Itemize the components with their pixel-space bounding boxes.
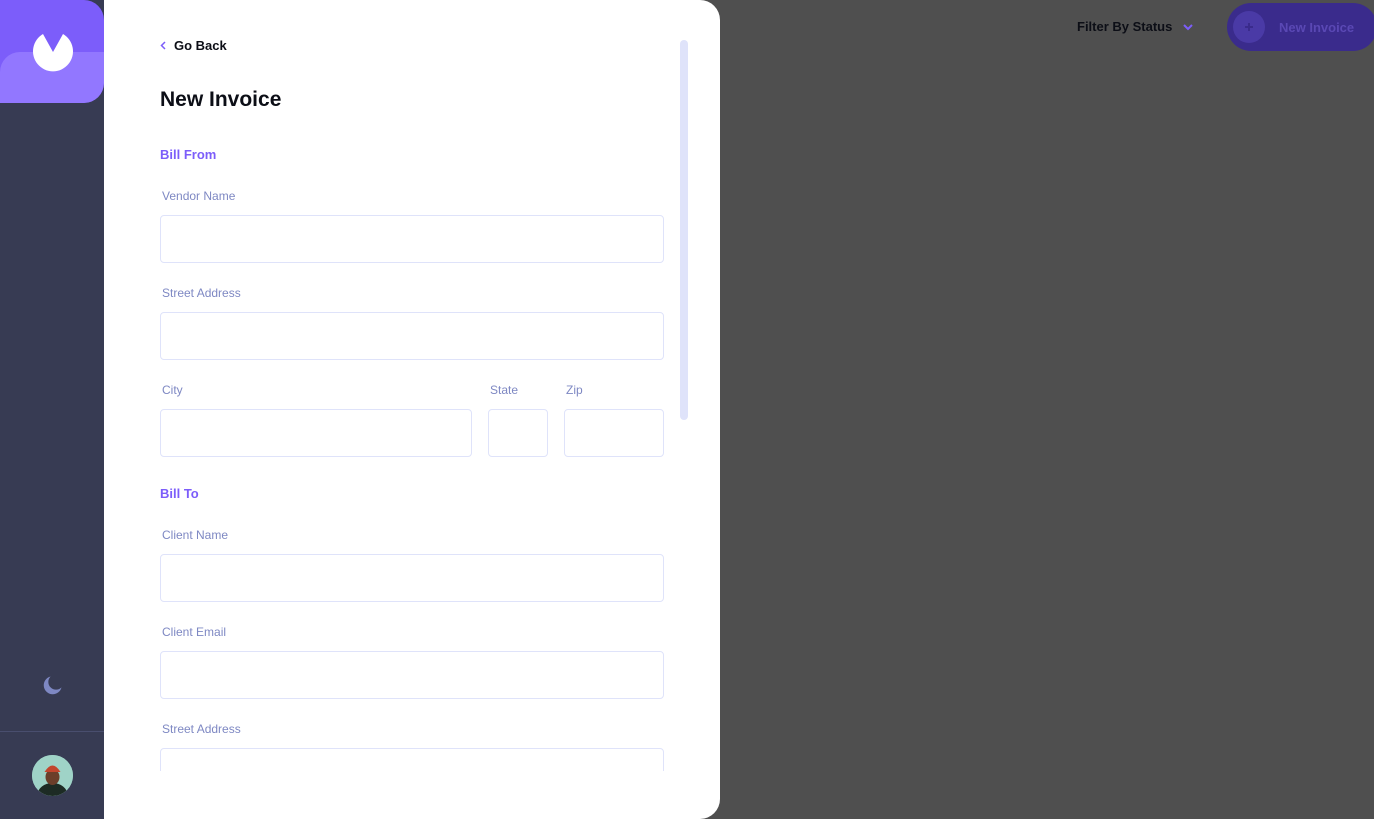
to-street-address-label: Street Address bbox=[162, 722, 241, 736]
new-invoice-button[interactable]: New Invoice bbox=[1227, 3, 1374, 51]
scrollbar[interactable] bbox=[680, 40, 688, 420]
state-label: State bbox=[490, 383, 519, 397]
go-back-label: Go Back bbox=[174, 38, 227, 53]
go-back-link[interactable]: Go Back bbox=[160, 38, 227, 53]
page-title: New Invoice bbox=[160, 88, 282, 111]
new-invoice-form-panel: Go Back New Invoice Bill From Vendor Nam… bbox=[104, 0, 720, 819]
avatar[interactable] bbox=[32, 755, 73, 796]
vendor-name-label: Vendor Name bbox=[162, 189, 236, 203]
filter-by-status-dropdown[interactable]: Filter By Status bbox=[1077, 19, 1194, 34]
sidebar-divider bbox=[0, 731, 104, 732]
from-street-address-label: Street Address bbox=[162, 286, 241, 300]
moon-icon[interactable] bbox=[42, 674, 64, 696]
bill-from-heading: Bill From bbox=[160, 147, 217, 162]
avatar-image bbox=[32, 755, 73, 796]
vendor-name-field[interactable] bbox=[160, 215, 664, 263]
client-name-label: Client Name bbox=[162, 528, 229, 542]
state-field[interactable] bbox=[488, 409, 548, 457]
client-email-field[interactable] bbox=[160, 651, 664, 699]
from-street-address-field[interactable] bbox=[160, 312, 664, 360]
city-label: City bbox=[162, 383, 183, 397]
chevron-down-icon bbox=[1183, 23, 1194, 30]
city-field[interactable] bbox=[160, 409, 472, 457]
filter-label: Filter By Status bbox=[1077, 19, 1173, 34]
to-street-address-field[interactable] bbox=[160, 748, 664, 771]
logo[interactable] bbox=[0, 0, 104, 103]
client-email-label: Client Email bbox=[162, 625, 227, 639]
new-invoice-label: New Invoice bbox=[1279, 19, 1355, 35]
logo-icon bbox=[33, 34, 73, 72]
client-name-field[interactable] bbox=[160, 554, 664, 602]
to-street-address-clip bbox=[160, 748, 664, 771]
zip-label: Zip bbox=[566, 383, 583, 397]
bill-to-heading: Bill To bbox=[160, 486, 199, 501]
zip-field[interactable] bbox=[564, 409, 664, 457]
chevron-left-icon bbox=[160, 41, 166, 50]
plus-icon bbox=[1233, 11, 1265, 43]
